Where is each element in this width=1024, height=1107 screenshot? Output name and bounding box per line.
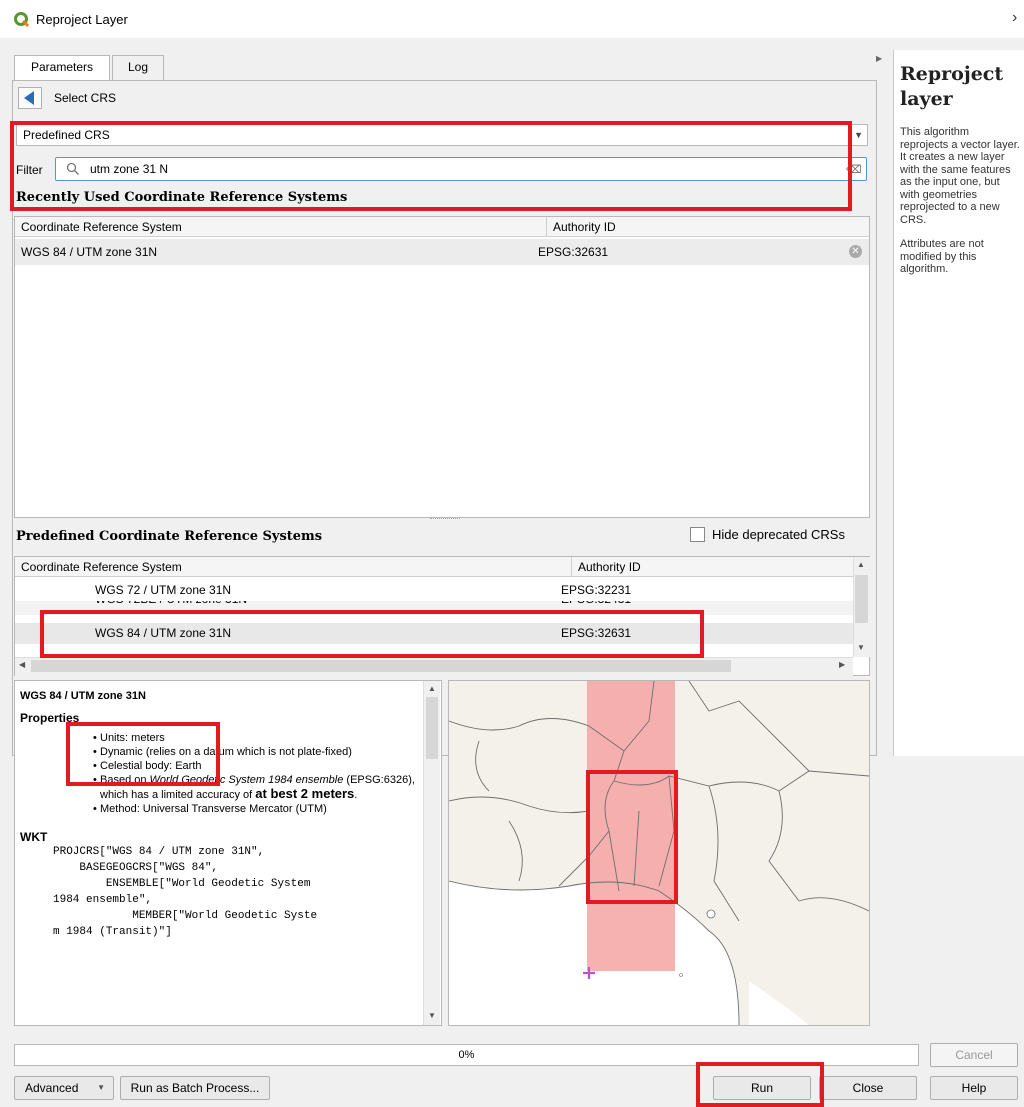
property-item: Units: meters bbox=[93, 731, 420, 745]
back-button[interactable] bbox=[18, 87, 42, 109]
advanced-label: Advanced bbox=[25, 1081, 79, 1095]
splitter-handle[interactable] bbox=[430, 518, 460, 523]
property-item: Celestial body: Earth bbox=[93, 759, 420, 773]
run-button[interactable]: Run bbox=[713, 1076, 811, 1100]
collapse-panel-icon[interactable]: ▶ bbox=[876, 54, 882, 63]
property-item: Dynamic (relies on a datum which is not … bbox=[93, 745, 420, 759]
crs-extent-map[interactable] bbox=[448, 680, 870, 1026]
authority-cell: EPSG:32431 bbox=[561, 601, 631, 610]
map-canvas bbox=[449, 681, 869, 1025]
scrollbar-thumb[interactable] bbox=[855, 575, 868, 623]
chevron-up-icon[interactable]: ▲ bbox=[857, 560, 865, 569]
table-row[interactable]: WGS 84 / UTM zone 31N EPSG:32631 ✕ bbox=[15, 239, 869, 265]
crs-name-cell: WGS 72 / UTM zone 31N bbox=[95, 583, 232, 597]
close-window-icon[interactable]: › bbox=[1012, 9, 1017, 27]
tab-log[interactable]: Log bbox=[112, 55, 164, 80]
hide-deprecated-checkbox[interactable] bbox=[690, 527, 705, 542]
search-icon bbox=[66, 162, 79, 175]
utm-zone-band bbox=[587, 681, 675, 971]
tab-parameters[interactable]: Parameters bbox=[14, 55, 110, 80]
advanced-button[interactable]: Advanced ▼ bbox=[14, 1076, 114, 1100]
table-row[interactable]: WGS 72BE / UTM zone 31N EPSG:32431 bbox=[15, 601, 853, 615]
predefined-crs-heading: Predefined Coordinate Reference Systems bbox=[16, 529, 323, 544]
progress-bar: 0% bbox=[14, 1044, 919, 1066]
filter-value: utm zone 31 N bbox=[90, 162, 169, 176]
chevron-down-icon: ▼ bbox=[97, 1083, 105, 1092]
window-title: Reproject Layer bbox=[36, 12, 128, 27]
scrollbar-thumb[interactable] bbox=[426, 697, 438, 759]
filter-input[interactable]: utm zone 31 N ⌫ bbox=[55, 157, 867, 181]
filter-label: Filter bbox=[16, 163, 43, 177]
authority-cell: EPSG:32631 bbox=[561, 626, 632, 640]
recent-crs-heading: Recently Used Coordinate Reference Syste… bbox=[16, 190, 348, 205]
sidebar-title: Reproject layer bbox=[900, 63, 1004, 110]
predefined-crs-table: Coordinate Reference System Authority ID… bbox=[14, 556, 870, 676]
run-batch-button[interactable]: Run as Batch Process... bbox=[120, 1076, 270, 1100]
table-row[interactable]: WGS 72 / UTM zone 31N EPSG:32231 bbox=[15, 580, 853, 601]
table-row-selected[interactable]: WGS 84 / UTM zone 31N EPSG:32631 bbox=[15, 623, 853, 644]
column-header-authority[interactable]: Authority ID bbox=[546, 217, 869, 237]
qgis-logo-icon bbox=[14, 12, 30, 28]
crs-type-value: Predefined CRS bbox=[23, 128, 110, 142]
vertical-scrollbar[interactable]: ▲ ▼ bbox=[423, 681, 440, 1025]
progress-label: 0% bbox=[458, 1049, 475, 1061]
crs-details-title: WGS 84 / UTM zone 31N bbox=[20, 690, 146, 702]
chevron-up-icon[interactable]: ▲ bbox=[428, 684, 436, 693]
chevron-left-icon[interactable]: ◀ bbox=[19, 660, 25, 669]
back-arrow-icon bbox=[24, 91, 34, 105]
chevron-down-icon[interactable]: ▼ bbox=[428, 1011, 436, 1020]
chevron-down-icon[interactable]: ▼ bbox=[857, 643, 865, 652]
column-header-crs[interactable]: Coordinate Reference System bbox=[15, 217, 546, 237]
horizontal-scrollbar[interactable]: ◀ ▶ bbox=[15, 657, 853, 676]
crs-name-cell: WGS 72BE / UTM zone 31N bbox=[95, 601, 247, 610]
select-crs-label: Select CRS bbox=[54, 91, 117, 105]
crs-name-cell: WGS 84 / UTM zone 31N bbox=[21, 245, 158, 259]
properties-heading: Properties bbox=[20, 711, 80, 725]
wkt-text: PROJCRS["WGS 84 / UTM zone 31N", BASEGEO… bbox=[53, 846, 318, 938]
clear-filter-icon[interactable]: ⌫ bbox=[846, 163, 862, 176]
remove-recent-icon[interactable]: ✕ bbox=[849, 245, 862, 258]
column-header-authority[interactable]: Authority ID bbox=[571, 557, 853, 577]
scrollbar-thumb[interactable] bbox=[31, 660, 731, 672]
sidebar-paragraph: Attributes are not modified by this algo… bbox=[900, 238, 984, 275]
title-bar bbox=[0, 0, 1024, 38]
crs-details-panel: WGS 84 / UTM zone 31N Properties Units: … bbox=[14, 680, 442, 1026]
vertical-scrollbar[interactable]: ▲ ▼ bbox=[853, 557, 870, 657]
sidebar-paragraph: This algorithm reprojects a vector layer… bbox=[900, 126, 1020, 226]
wkt-heading: WKT bbox=[20, 830, 48, 844]
column-header-crs[interactable]: Coordinate Reference System bbox=[15, 557, 571, 577]
crs-name-cell: WGS 84 / UTM zone 31N bbox=[95, 626, 232, 640]
sidebar-description: This algorithm reprojects a vector layer… bbox=[900, 126, 1020, 288]
chevron-right-icon[interactable]: ▶ bbox=[839, 660, 845, 669]
property-item-datum: Based on World Geodetic System 1984 ense… bbox=[93, 773, 420, 802]
cancel-button[interactable]: Cancel bbox=[930, 1043, 1018, 1067]
chevron-down-icon: ▼ bbox=[854, 130, 863, 140]
hide-deprecated-label: Hide deprecated CRSs bbox=[712, 527, 845, 542]
authority-cell: EPSG:32631 bbox=[538, 245, 609, 259]
crs-type-select[interactable]: Predefined CRS ▼ bbox=[16, 124, 868, 146]
authority-cell: EPSG:32231 bbox=[561, 583, 632, 597]
close-button[interactable]: Close bbox=[819, 1076, 917, 1100]
recent-crs-table: Coordinate Reference System Authority ID… bbox=[14, 216, 870, 518]
property-item: Method: Universal Transverse Mercator (U… bbox=[93, 802, 420, 816]
help-button[interactable]: Help bbox=[930, 1076, 1018, 1100]
